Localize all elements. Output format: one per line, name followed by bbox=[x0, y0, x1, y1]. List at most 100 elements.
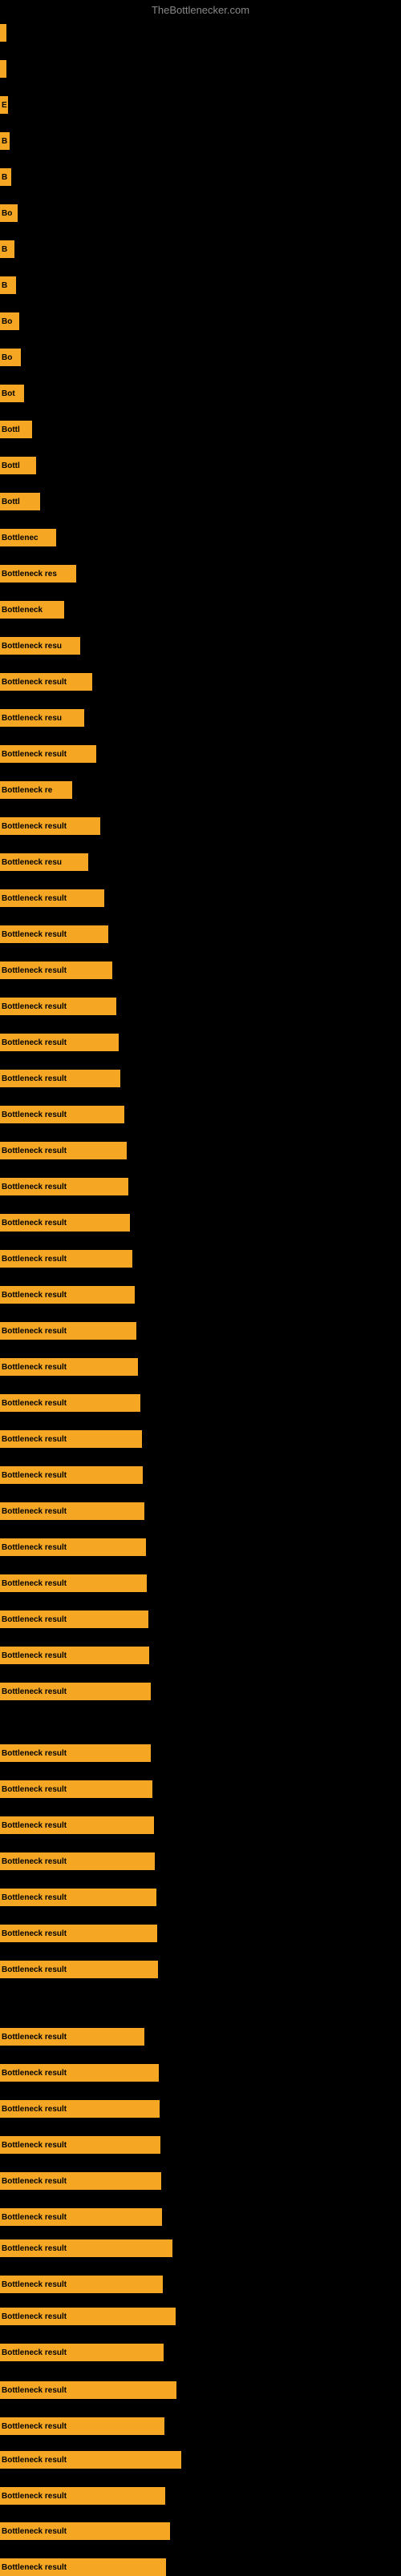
bar-fill-34: Bottleneck result bbox=[0, 1250, 132, 1268]
bar-fill-11: Bottl bbox=[0, 421, 32, 438]
bar-item-15: Bottleneck res bbox=[0, 565, 76, 583]
bar-item-9: Bo bbox=[0, 349, 21, 366]
bar-fill-66: Bottleneck result bbox=[0, 2451, 181, 2469]
bar-item-56: Bottleneck result bbox=[0, 2100, 160, 2118]
bar-item-61: Bottleneck result bbox=[0, 2276, 163, 2293]
bar-fill-22: Bottleneck result bbox=[0, 817, 100, 835]
bar-fill-16: Bottleneck bbox=[0, 601, 64, 619]
bar-fill-50: Bottleneck result bbox=[0, 1852, 155, 1870]
bar-fill-54: Bottleneck result bbox=[0, 2028, 144, 2046]
bar-fill-30: Bottleneck result bbox=[0, 1106, 124, 1123]
bar-item-53: Bottleneck result bbox=[0, 1961, 158, 1978]
bar-item-39: Bottleneck result bbox=[0, 1430, 142, 1448]
bar-item-69: Bottleneck result bbox=[0, 2558, 166, 2576]
bar-item-62: Bottleneck result bbox=[0, 2308, 176, 2325]
bar-fill-56: Bottleneck result bbox=[0, 2100, 160, 2118]
bar-fill-67: Bottleneck result bbox=[0, 2487, 165, 2505]
bar-fill-5: Bo bbox=[0, 204, 18, 222]
bar-item-3: B bbox=[0, 132, 10, 150]
bar-item-19: Bottleneck resu bbox=[0, 709, 84, 727]
bar-fill-13: Bottl bbox=[0, 493, 40, 510]
bar-fill-21: Bottleneck re bbox=[0, 781, 72, 799]
bar-fill-35: Bottleneck result bbox=[0, 1286, 135, 1304]
bar-item-29: Bottleneck result bbox=[0, 1070, 120, 1087]
bar-item-68: Bottleneck result bbox=[0, 2522, 170, 2540]
bar-fill-39: Bottleneck result bbox=[0, 1430, 142, 1448]
bar-item-2: E bbox=[0, 96, 8, 114]
bar-item-27: Bottleneck result bbox=[0, 998, 116, 1015]
bar-fill-2: E bbox=[0, 96, 8, 114]
bar-item-4: B bbox=[0, 168, 11, 186]
bar-item-12: Bottl bbox=[0, 457, 36, 474]
bar-item-59: Bottleneck result bbox=[0, 2208, 162, 2226]
bar-item-45: Bottleneck result bbox=[0, 1647, 149, 1664]
bar-fill-20: Bottleneck result bbox=[0, 745, 96, 763]
bar-fill-31: Bottleneck result bbox=[0, 1142, 127, 1159]
bar-item-43: Bottleneck result bbox=[0, 1574, 147, 1592]
bar-fill-24: Bottleneck result bbox=[0, 889, 104, 907]
bar-fill-33: Bottleneck result bbox=[0, 1214, 130, 1232]
bar-fill-36: Bottleneck result bbox=[0, 1322, 136, 1340]
bar-item-64: Bottleneck result bbox=[0, 2381, 176, 2399]
bar-fill-3: B bbox=[0, 132, 10, 150]
bar-fill-47: Bottleneck result bbox=[0, 1744, 151, 1762]
bar-fill-7: B bbox=[0, 276, 16, 294]
bar-fill-6: B bbox=[0, 240, 14, 258]
bar-fill-9: Bo bbox=[0, 349, 21, 366]
bar-fill-63: Bottleneck result bbox=[0, 2344, 164, 2361]
bar-fill-49: Bottleneck result bbox=[0, 1816, 154, 1834]
bar-item-50: Bottleneck result bbox=[0, 1852, 155, 1870]
bar-fill-17: Bottleneck resu bbox=[0, 637, 80, 655]
bar-item-60: Bottleneck result bbox=[0, 2239, 172, 2257]
bar-fill-42: Bottleneck result bbox=[0, 1538, 146, 1556]
bar-item-44: Bottleneck result bbox=[0, 1611, 148, 1628]
bar-fill-46: Bottleneck result bbox=[0, 1683, 151, 1700]
bar-fill-55: Bottleneck result bbox=[0, 2064, 159, 2082]
bar-item-21: Bottleneck re bbox=[0, 781, 72, 799]
bar-fill-28: Bottleneck result bbox=[0, 1034, 119, 1051]
bar-fill-27: Bottleneck result bbox=[0, 998, 116, 1015]
bar-item-26: Bottleneck result bbox=[0, 961, 112, 979]
bar-fill-57: Bottleneck result bbox=[0, 2136, 160, 2154]
bar-item-6: B bbox=[0, 240, 14, 258]
bar-item-22: Bottleneck result bbox=[0, 817, 100, 835]
bar-fill-52: Bottleneck result bbox=[0, 1925, 157, 1942]
bar-item-34: Bottleneck result bbox=[0, 1250, 132, 1268]
bar-item-47: Bottleneck result bbox=[0, 1744, 151, 1762]
bar-fill-32: Bottleneck result bbox=[0, 1178, 128, 1195]
bar-fill-10: Bot bbox=[0, 385, 24, 402]
bar-item-14: Bottlenec bbox=[0, 529, 56, 546]
bar-item-38: Bottleneck result bbox=[0, 1394, 140, 1412]
bar-fill-8: Bo bbox=[0, 312, 19, 330]
bar-item-33: Bottleneck result bbox=[0, 1214, 130, 1232]
bar-fill-25: Bottleneck result bbox=[0, 925, 108, 943]
bar-item-35: Bottleneck result bbox=[0, 1286, 135, 1304]
bar-item-17: Bottleneck resu bbox=[0, 637, 80, 655]
bar-item-37: Bottleneck result bbox=[0, 1358, 138, 1376]
bar-fill-38: Bottleneck result bbox=[0, 1394, 140, 1412]
bar-item-36: Bottleneck result bbox=[0, 1322, 136, 1340]
bar-item-48: Bottleneck result bbox=[0, 1780, 152, 1798]
bar-item-42: Bottleneck result bbox=[0, 1538, 146, 1556]
bar-item-63: Bottleneck result bbox=[0, 2344, 164, 2361]
bar-item-66: Bottleneck result bbox=[0, 2451, 181, 2469]
bar-fill-19: Bottleneck resu bbox=[0, 709, 84, 727]
bar-item-0 bbox=[0, 24, 6, 42]
bar-fill-64: Bottleneck result bbox=[0, 2381, 176, 2399]
bar-fill-60: Bottleneck result bbox=[0, 2239, 172, 2257]
bar-item-32: Bottleneck result bbox=[0, 1178, 128, 1195]
bar-item-46: Bottleneck result bbox=[0, 1683, 151, 1700]
bar-item-10: Bot bbox=[0, 385, 24, 402]
bar-item-8: Bo bbox=[0, 312, 19, 330]
bar-item-51: Bottleneck result bbox=[0, 1889, 156, 1906]
bar-item-24: Bottleneck result bbox=[0, 889, 104, 907]
bar-fill-1 bbox=[0, 60, 6, 78]
bar-item-52: Bottleneck result bbox=[0, 1925, 157, 1942]
bar-item-7: B bbox=[0, 276, 16, 294]
bar-fill-18: Bottleneck result bbox=[0, 673, 92, 691]
bar-item-28: Bottleneck result bbox=[0, 1034, 119, 1051]
bar-fill-43: Bottleneck result bbox=[0, 1574, 147, 1592]
bar-fill-41: Bottleneck result bbox=[0, 1502, 144, 1520]
bar-fill-15: Bottleneck res bbox=[0, 565, 76, 583]
bar-fill-37: Bottleneck result bbox=[0, 1358, 138, 1376]
